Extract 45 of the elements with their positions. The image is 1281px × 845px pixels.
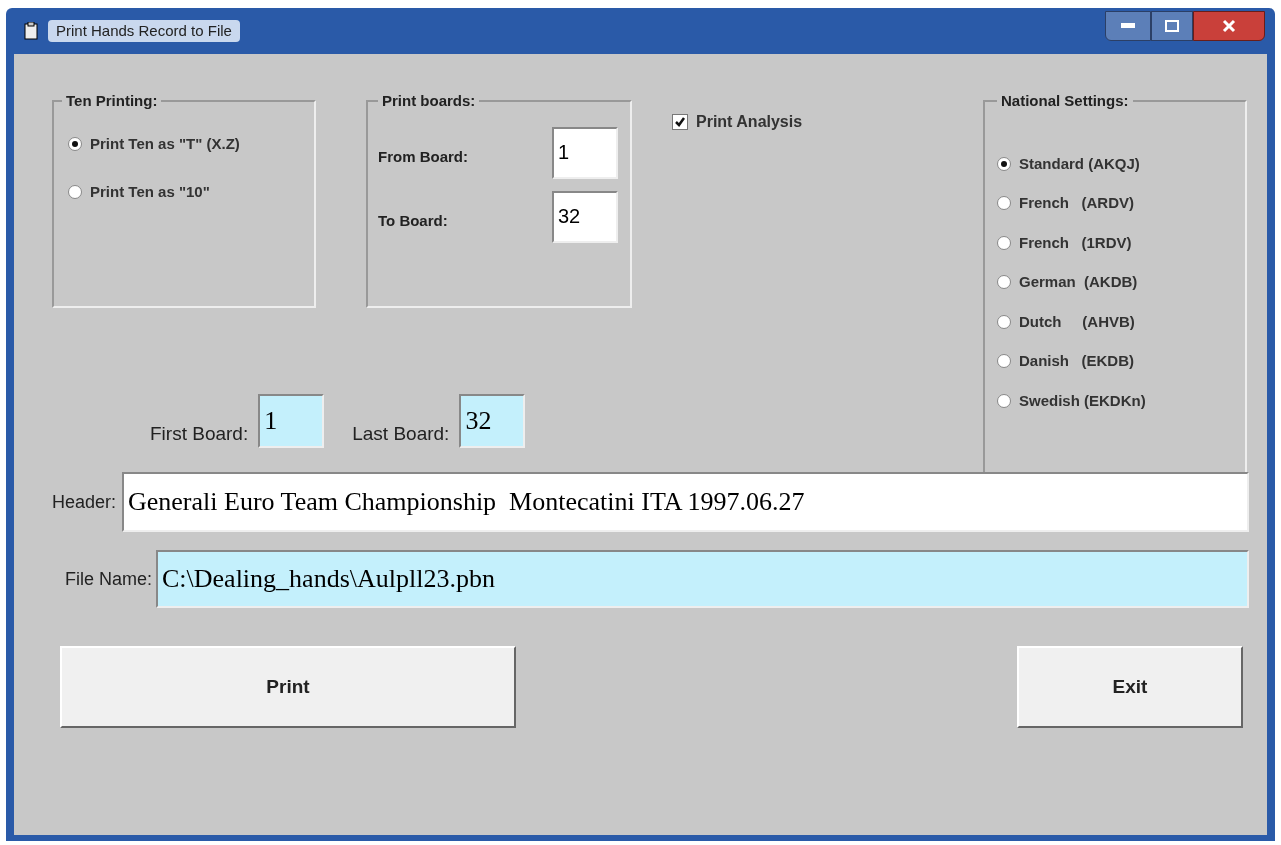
radio-label: Print Ten as "T" (X.Z) <box>90 133 240 154</box>
radio-button[interactable] <box>997 156 1011 171</box>
minimize-button[interactable] <box>1105 11 1151 41</box>
checkbox-label: Print Analysis <box>696 112 803 132</box>
header-field[interactable]: Generali Euro Team Championship Montecatini ITA 1997.06.27 <box>122 472 1249 532</box>
radio-label: Swedish (EKDKn) <box>1019 390 1146 411</box>
field-label: File Name: <box>63 567 152 591</box>
minimize-icon <box>1121 23 1135 29</box>
field-label: To Board: <box>378 211 448 232</box>
radio-label: Dutch (AHVB) <box>1019 311 1135 332</box>
close-button[interactable] <box>1193 11 1265 41</box>
radio-button[interactable] <box>997 196 1011 211</box>
radio-label: French (1RDV) <box>1019 232 1132 253</box>
group-title: National Settings: <box>1000 91 1130 111</box>
radio-button[interactable] <box>997 393 1011 408</box>
maximize-button[interactable] <box>1151 11 1193 41</box>
radio-button[interactable] <box>997 235 1011 250</box>
radio-button[interactable] <box>997 275 1011 290</box>
first-board-field[interactable]: 1 <box>258 394 325 448</box>
radio-label: Danish (EKDB) <box>1019 351 1134 371</box>
close-icon <box>1222 19 1236 33</box>
group-title: Print boards: <box>381 91 477 111</box>
window-icon <box>24 22 38 40</box>
checkbox[interactable] <box>672 114 688 130</box>
radio-label: French (ARDV) <box>1019 193 1134 213</box>
group-title: Ten Printing: <box>65 91 159 111</box>
from-board-field[interactable]: 1 <box>552 126 618 179</box>
radio-button[interactable] <box>68 136 82 151</box>
field-label: Header: <box>50 490 116 514</box>
maximize-icon <box>1165 20 1179 32</box>
to-board-field[interactable]: 32 <box>552 190 618 243</box>
last-board-field[interactable]: 32 <box>459 394 526 448</box>
print-button[interactable]: Print <box>60 646 516 728</box>
radio-button[interactable] <box>997 354 1011 369</box>
exit-button[interactable]: Exit <box>1017 646 1243 728</box>
radio-label: Print Ten as "10" <box>90 182 210 202</box>
radio-button[interactable] <box>68 185 82 200</box>
field-label: First Board: <box>150 421 249 446</box>
radio-label: Standard (AKQJ) <box>1019 153 1140 174</box>
field-label: Last Board: <box>352 421 450 446</box>
window-title: Print Hands Record to File <box>48 19 240 43</box>
field-label: From Board: <box>378 147 468 168</box>
radio-label: German (AKDB) <box>1019 272 1138 292</box>
file-name-field[interactable]: C:\Dealing_hands\Aulpll23.pbn <box>156 550 1249 608</box>
radio-button[interactable] <box>997 314 1011 329</box>
